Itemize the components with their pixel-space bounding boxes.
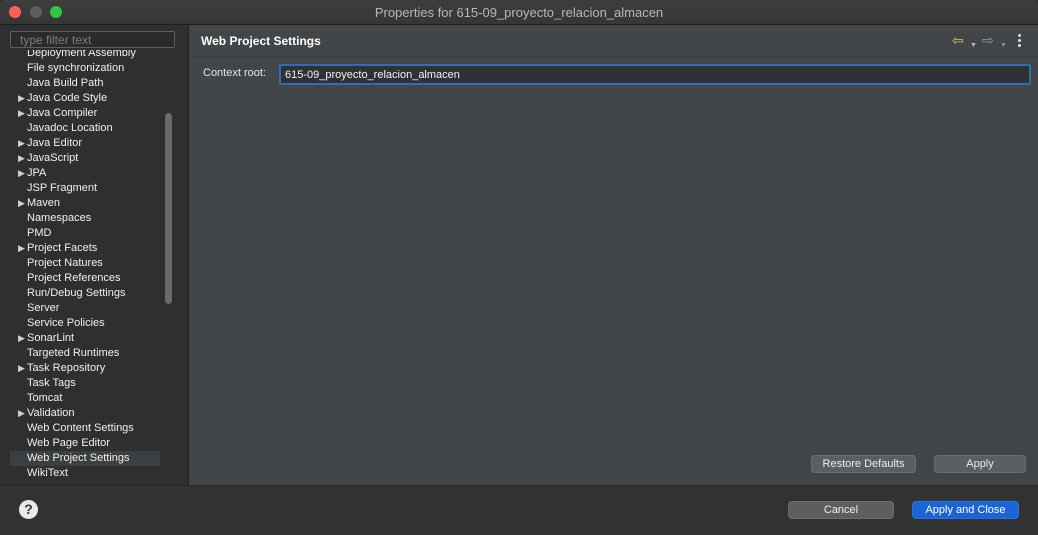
preference-tree: Deployment Assembly File synchronization J… <box>10 50 160 485</box>
sidebar-item[interactable]: Deployment Assembly <box>10 50 160 61</box>
scrollbar-thumb[interactable] <box>165 113 172 304</box>
view-menu-icon[interactable] <box>1017 34 1021 48</box>
context-root-input[interactable] <box>279 64 1031 85</box>
main-panel: Web Project Settings ⇦ ▼ ⇨ ▼ Context roo… <box>189 25 1038 485</box>
expand-arrow-icon[interactable]: ▶ <box>18 166 25 181</box>
sidebar-item[interactable]: ▶ Java Code Style <box>10 91 160 106</box>
sidebar-scrollbar[interactable] <box>163 50 174 485</box>
forward-dropdown-icon[interactable]: ▼ <box>1000 39 1007 53</box>
sidebar-item[interactable]: Java Build Path <box>10 76 160 91</box>
back-arrow-icon[interactable]: ⇦ <box>952 33 964 47</box>
filter-input[interactable] <box>10 31 175 48</box>
sidebar-item[interactable]: ▶ JPA <box>10 166 160 181</box>
sidebar-item-label: PMD <box>27 227 52 239</box>
expand-arrow-icon[interactable]: ▶ <box>18 136 25 151</box>
sidebar-item-label: Run/Debug Settings <box>27 287 126 299</box>
expand-arrow-icon[interactable]: ▶ <box>18 106 25 121</box>
sidebar-item-label: Server <box>27 302 60 314</box>
expand-arrow-icon[interactable]: ▶ <box>18 241 25 256</box>
sidebar-item[interactable]: ▶ Validation <box>10 406 160 421</box>
header-divider <box>189 57 1038 58</box>
back-dropdown-icon[interactable]: ▼ <box>970 39 977 53</box>
expand-arrow-icon[interactable]: ▶ <box>18 361 25 376</box>
sidebar-item-label: Web Content Settings <box>27 422 134 434</box>
sidebar-item[interactable]: ▶ Task Repository <box>10 361 160 376</box>
dialog-footer: ? Cancel Apply and Close <box>0 485 1038 535</box>
sidebar-item[interactable]: Targeted Runtimes <box>10 346 160 361</box>
sidebar: Deployment Assembly File synchronization J… <box>0 25 189 485</box>
sidebar-item[interactable]: ▶ SonarLint <box>10 331 160 346</box>
sidebar-item-label: Project References <box>27 272 121 284</box>
apply-and-close-button[interactable]: Apply and Close <box>912 501 1019 519</box>
sidebar-item-label: Targeted Runtimes <box>27 347 120 359</box>
cancel-button[interactable]: Cancel <box>788 501 894 519</box>
sidebar-item-label: Web Page Editor <box>27 437 110 449</box>
sidebar-item-label: Deployment Assembly <box>27 50 136 59</box>
title-bar: Properties for 615-09_proyecto_relacion_… <box>0 0 1038 25</box>
sidebar-item-label: Project Facets <box>27 242 98 254</box>
restore-defaults-button[interactable]: Restore Defaults <box>811 455 916 473</box>
sidebar-item-label: Service Policies <box>27 317 105 329</box>
sidebar-item[interactable]: Tomcat <box>10 391 160 406</box>
sidebar-item[interactable]: Project Natures <box>10 256 160 271</box>
sidebar-item[interactable]: File synchronization <box>10 61 160 76</box>
forward-arrow-icon[interactable]: ⇨ <box>982 33 994 47</box>
context-root-label: Context root: <box>203 67 266 79</box>
sidebar-item-label: SonarLint <box>27 332 75 344</box>
sidebar-item-label: Project Natures <box>27 257 103 269</box>
sidebar-item[interactable]: Project References <box>10 271 160 286</box>
sidebar-item[interactable]: Service Policies <box>10 316 160 331</box>
sidebar-item[interactable]: Web Project Settings <box>10 451 160 466</box>
expand-arrow-icon[interactable]: ▶ <box>18 151 25 166</box>
help-icon[interactable]: ? <box>19 500 38 519</box>
apply-button[interactable]: Apply <box>934 455 1026 473</box>
sidebar-item-label: Namespaces <box>27 212 92 224</box>
sidebar-item[interactable]: Namespaces <box>10 211 160 226</box>
sidebar-item[interactable]: Server <box>10 301 160 316</box>
sidebar-item-label: Java Editor <box>27 137 83 149</box>
expand-arrow-icon[interactable]: ▶ <box>18 331 25 346</box>
properties-window: Properties for 615-09_proyecto_relacion_… <box>0 0 1038 535</box>
sidebar-item-label: Validation <box>27 407 75 419</box>
sidebar-item-label: Javadoc Location <box>27 122 113 134</box>
sidebar-item[interactable]: ▶ Java Compiler <box>10 106 160 121</box>
sidebar-item[interactable]: ▶ JavaScript <box>10 151 160 166</box>
sidebar-item-label: Tomcat <box>27 392 63 404</box>
sidebar-item[interactable]: WikiText <box>10 466 160 481</box>
expand-arrow-icon[interactable]: ▶ <box>18 196 25 211</box>
sidebar-item-label: JPA <box>27 167 47 179</box>
sidebar-item[interactable]: PMD <box>10 226 160 241</box>
sidebar-item[interactable]: ▶ Project Facets <box>10 241 160 256</box>
sidebar-item[interactable]: ▶ Java Editor <box>10 136 160 151</box>
sidebar-item[interactable]: Task Tags <box>10 376 160 391</box>
sidebar-item-label: Java Build Path <box>27 77 104 89</box>
sidebar-item[interactable]: ▶ Maven <box>10 196 160 211</box>
sidebar-item-label: JavaScript <box>27 152 79 164</box>
sidebar-item-label: Web Project Settings <box>27 452 130 464</box>
sidebar-item[interactable]: Run/Debug Settings <box>10 286 160 301</box>
sidebar-item-label: Task Tags <box>27 377 76 389</box>
sidebar-item[interactable]: JSP Fragment <box>10 181 160 196</box>
sidebar-item[interactable]: Web Content Settings <box>10 421 160 436</box>
sidebar-item-label: Java Code Style <box>27 92 108 104</box>
window-title: Properties for 615-09_proyecto_relacion_… <box>374 5 664 20</box>
sidebar-item-label: File synchronization <box>27 62 125 74</box>
sidebar-item-label: JSP Fragment <box>27 182 98 194</box>
page-title: Web Project Settings <box>201 34 321 48</box>
sidebar-item-label: WikiText <box>27 467 68 479</box>
sidebar-item[interactable]: Web Page Editor <box>10 436 160 451</box>
sidebar-item-label: Maven <box>27 197 61 209</box>
sidebar-item-label: Java Compiler <box>27 107 98 119</box>
sidebar-item[interactable]: Javadoc Location <box>10 121 160 136</box>
sidebar-item-label: Task Repository <box>27 362 106 374</box>
expand-arrow-icon[interactable]: ▶ <box>18 91 25 106</box>
expand-arrow-icon[interactable]: ▶ <box>18 406 25 421</box>
